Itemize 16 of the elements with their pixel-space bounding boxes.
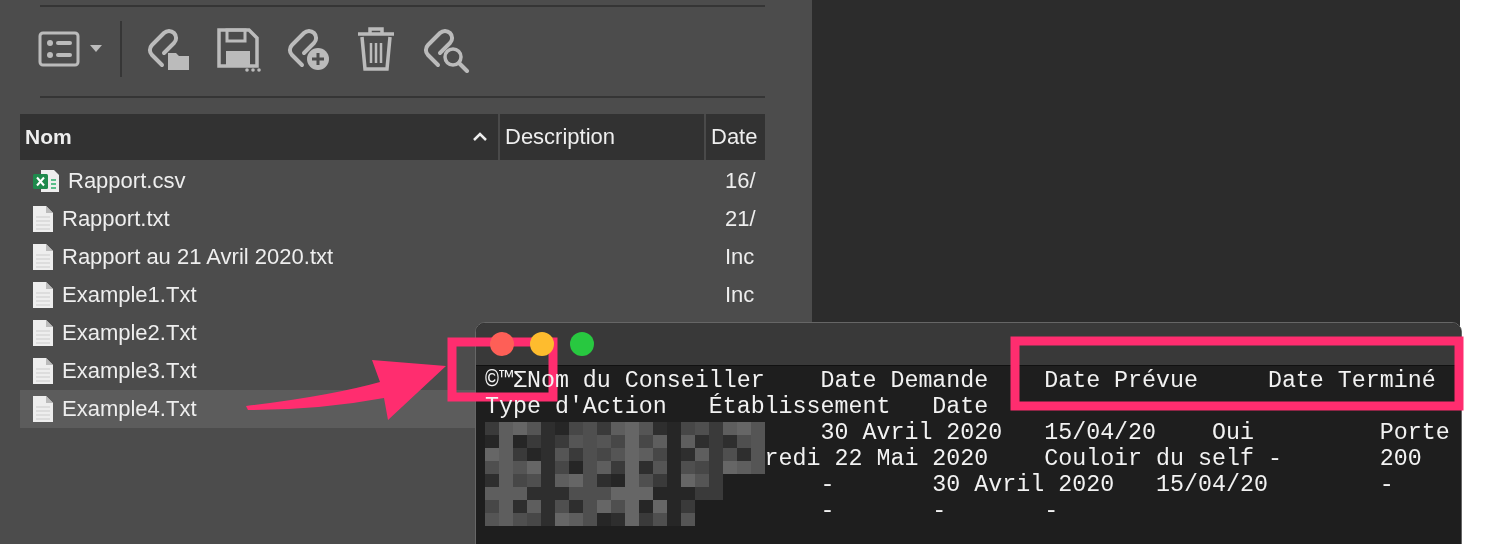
terminal-line: Type d'Action Établissement Date (485, 394, 989, 420)
file-date: Inc (725, 282, 756, 308)
file-name: Rapport.txt (62, 206, 170, 232)
file-name: Rapport au 21 Avril 2020.txt (62, 244, 334, 270)
file-name: Example1.Txt (62, 282, 197, 308)
file-name: Example4.Txt (62, 396, 197, 422)
file-name: Rapport.csv (68, 168, 186, 194)
file-date: Inc (725, 244, 756, 270)
terminal-line: 30 Avril 2020 15/04/20 Oui Porte (820, 420, 1450, 446)
terminal-line: redi 22 Mai 2020 Couloir du self - 200 (764, 446, 1422, 472)
terminal-line: - 30 Avril 2020 15/04/20 - (820, 472, 1394, 498)
file-name: Example3.Txt (62, 358, 197, 384)
file-date: 16/ (725, 168, 757, 194)
terminal-line: - - - (820, 498, 1059, 524)
file-date: 21/ (725, 206, 757, 232)
file-name: Example2.Txt (62, 320, 197, 346)
